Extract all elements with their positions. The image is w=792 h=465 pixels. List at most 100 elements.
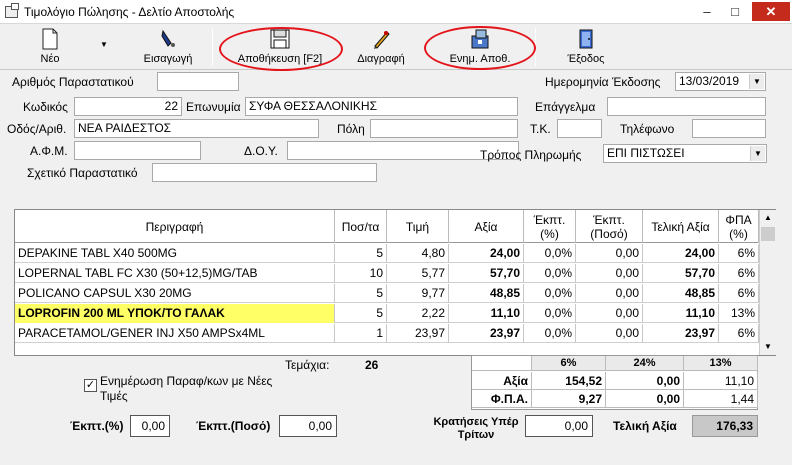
cell-vat: 6% <box>719 264 759 283</box>
city-label: Πόλη <box>337 122 365 136</box>
new-document-icon <box>42 28 58 50</box>
table-row-empty[interactable] <box>15 344 759 355</box>
cell-price: 4,80 <box>387 244 449 263</box>
pieces-value: 26 <box>365 358 379 372</box>
issue-date-picker[interactable]: 13/03/2019 ▼ <box>675 72 766 91</box>
issue-date-label: Ημερομηνία Έκδοσης <box>545 75 661 89</box>
vat-value-13: 11,10 <box>684 372 758 390</box>
cell-final-value: 57,70 <box>643 264 719 283</box>
toolbar: Νέο ▼ Εισαγωγή Αποθήκευση [F2] Διαγραφή … <box>0 24 792 71</box>
maximize-button[interactable]: □ <box>722 2 748 21</box>
cell-discount-pct: 0,0% <box>524 324 576 343</box>
cell-discount-amount: 0,00 <box>576 244 643 263</box>
zip-field[interactable] <box>557 119 602 138</box>
cell-value: 11,10 <box>449 304 524 323</box>
col-discount-amount[interactable]: Έκπτ. (Ποσό) <box>576 210 643 243</box>
vat-header-24: 24% <box>606 356 684 371</box>
address-label: Οδός/Αριθ. <box>7 122 67 136</box>
profession-label: Επάγγελμα <box>535 100 596 114</box>
table-row[interactable]: PARACETAMOL/GENER INJ X50 AMPSx4ML 1 23,… <box>15 324 759 343</box>
toolbar-separator <box>212 28 213 66</box>
vat-value-label: Αξία <box>472 372 532 390</box>
update-stock-annotation-ring <box>424 26 536 70</box>
title-bar: Τιμολόγιο Πώλησης - Δελτίο Αποστολής – □… <box>0 0 792 24</box>
col-final-value[interactable]: Τελική Αξία <box>643 210 719 243</box>
scroll-down-icon[interactable]: ▼ <box>760 339 776 355</box>
cell-vat: 6% <box>719 284 759 303</box>
save-annotation-ring <box>219 27 343 71</box>
update-prices-checkbox[interactable]: ✓ <box>84 379 97 392</box>
withholding-field[interactable]: 0,00 <box>525 415 593 437</box>
discount-pct-label: Έκπτ.(%) <box>70 419 124 433</box>
cell-description: PARACETAMOL/GENER INJ X50 AMPSx4ML <box>15 324 335 343</box>
import-label: Εισαγωγή <box>143 53 193 65</box>
afm-label: Α.Φ.Μ. <box>30 144 68 158</box>
col-discount-pct[interactable]: Έκπτ. (%) <box>524 210 576 243</box>
new-label: Νέο <box>40 53 60 65</box>
related-doc-label: Σχετικό Παραστατικό <box>27 166 138 180</box>
vat-value-24: 0,00 <box>606 372 684 390</box>
new-dropdown-icon[interactable]: ▼ <box>100 40 108 49</box>
withholding-label: Κρατήσεις Υπέρ Τρίτων <box>433 416 519 441</box>
import-icon <box>161 29 175 47</box>
doy-label: Δ.Ο.Υ. <box>244 144 278 158</box>
related-doc-field[interactable] <box>152 163 377 182</box>
code-field[interactable]: 22 <box>74 97 182 116</box>
table-row[interactable]: DEPAKINE TABL X40 500MG 5 4,80 24,00 0,0… <box>15 244 759 263</box>
doc-number-field[interactable] <box>157 72 239 91</box>
city-field[interactable] <box>370 119 518 138</box>
grid-header: Περιγραφή Ποσ/τα Τιμή Αξία Έκπτ. (%) Έκπ… <box>15 210 759 243</box>
delete-button[interactable]: Διαγραφή <box>346 26 416 68</box>
cell-vat: 6% <box>719 244 759 263</box>
import-button[interactable]: Εισαγωγή <box>138 26 198 68</box>
cell-value: 57,70 <box>449 264 524 283</box>
col-value[interactable]: Αξία <box>449 210 524 243</box>
payment-value: ΕΠΙ ΠΙΣΤΩΣΕΙ <box>607 146 685 160</box>
cell-quantity: 5 <box>335 284 387 303</box>
cell-discount-amount: 0,00 <box>576 304 643 323</box>
new-button[interactable]: Νέο <box>30 26 70 68</box>
cell-vat: 6% <box>719 324 759 343</box>
cell-discount-pct: 0,0% <box>524 284 576 303</box>
phone-label: Τηλέφωνο <box>620 122 675 136</box>
discount-amount-field[interactable]: 0,00 <box>279 415 337 437</box>
exit-button[interactable]: Έξοδος <box>558 26 614 68</box>
vat-fpa-13: 1,44 <box>684 390 758 408</box>
cell-final-value: 23,97 <box>643 324 719 343</box>
table-row[interactable]: LOPERNAL TABL FC X30 (50+12,5)MG/TAB 10 … <box>15 264 759 283</box>
phone-field[interactable] <box>692 119 766 138</box>
cell-final-value: 11,10 <box>643 304 719 323</box>
vat-fpa-24: 0,00 <box>606 390 684 408</box>
cell-quantity: 10 <box>335 264 387 283</box>
table-row-selected[interactable]: LOPROFIN 200 ML ΥΠΟΚ/ΤΟ ΓΑΛΑΚ 5 2,22 11,… <box>15 304 759 323</box>
name-field[interactable]: ΣΥΦΑ ΘΕΣΣΑΛΟΝΙΚΗΣ <box>245 97 518 116</box>
cell-description: LOPROFIN 200 ML ΥΠΟΚ/ΤΟ ΓΑΛΑΚ <box>15 304 335 323</box>
minimize-button[interactable]: – <box>694 2 720 21</box>
cell-description: DEPAKINE TABL X40 500MG <box>15 244 335 263</box>
scroll-thumb[interactable] <box>761 227 775 241</box>
doc-number-label: Αριθμός Παραστατικού <box>12 75 134 89</box>
col-quantity[interactable]: Ποσ/τα <box>335 210 387 243</box>
discount-pct-field[interactable]: 0,00 <box>130 415 170 437</box>
exit-label: Έξοδος <box>567 53 605 65</box>
profession-field[interactable] <box>607 97 766 116</box>
col-price[interactable]: Τιμή <box>387 210 449 243</box>
cell-quantity: 1 <box>335 324 387 343</box>
delete-label: Διαγραφή <box>357 53 405 65</box>
table-row[interactable]: POLICANO CAPSUL X30 20MG 5 9,77 48,85 0,… <box>15 284 759 303</box>
address-field[interactable]: ΝΕΑ ΡΑΙΔΕΣΤΟΣ <box>74 119 319 138</box>
scroll-up-icon[interactable]: ▲ <box>760 210 776 226</box>
payment-select[interactable]: ΕΠΙ ΠΙΣΤΩΣΕΙ ▼ <box>603 144 767 163</box>
chevron-down-icon: ▼ <box>750 146 765 161</box>
afm-field[interactable] <box>74 141 201 160</box>
grid-scrollbar[interactable]: ▲ ▼ <box>759 210 776 355</box>
close-button[interactable]: ✕ <box>752 2 790 21</box>
cell-discount-amount: 0,00 <box>576 264 643 283</box>
vat-header-13: 13% <box>684 356 758 371</box>
vat-header-6: 6% <box>532 356 606 371</box>
col-vat[interactable]: ΦΠΑ (%) <box>719 210 759 243</box>
name-label: Επωνυμία <box>186 100 241 114</box>
vat-summary-table: 6% 24% 13% Αξία 154,52 0,00 11,10 Φ.Π.Α.… <box>471 355 758 410</box>
issue-date-value: 13/03/2019 <box>679 74 740 88</box>
col-description[interactable]: Περιγραφή <box>15 210 335 243</box>
